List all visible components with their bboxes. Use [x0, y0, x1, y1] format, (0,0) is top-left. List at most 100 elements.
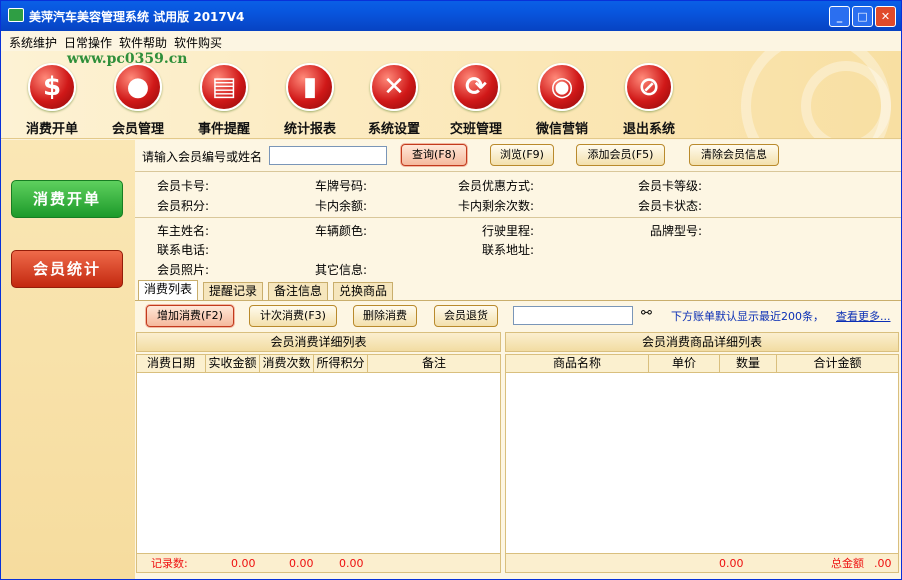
photo-label: 会员照片: — [157, 263, 210, 277]
column-header[interactable]: 所得积分 — [313, 354, 368, 373]
consumption-table-body[interactable] — [136, 373, 501, 553]
filter-input[interactable] — [513, 306, 633, 325]
toolbar-label: 消费开单 — [25, 122, 78, 137]
side-sale-button[interactable]: 消费开单 — [11, 180, 123, 218]
column-header[interactable]: 实收金额 — [205, 354, 260, 373]
tab-notes[interactable]: 备注信息 — [268, 282, 329, 300]
wechat-icon: ◉ — [538, 63, 586, 111]
add-consumption-button[interactable]: 增加消费(F2) — [146, 305, 234, 327]
points-label: 会员积分: — [157, 199, 210, 213]
toolbar-wechat-button[interactable]: ◉ 微信营销 — [523, 63, 601, 137]
add-member-button[interactable]: 添加会员(F5) — [576, 144, 665, 166]
consumption-table-footer: 记录数: 0.00 0.00 0.00 — [136, 553, 501, 573]
tab-underline — [135, 300, 901, 301]
record-count-label: 记录数: — [151, 557, 188, 570]
count-consumption-button[interactable]: 计次消费(F3) — [249, 305, 337, 327]
goods-table-footer: 0.00 总金额 .00 — [505, 553, 899, 573]
other-label: 其它信息: — [315, 263, 368, 277]
person-icon: ● — [114, 63, 162, 111]
bar-chart-icon: ▮ — [286, 63, 334, 111]
consumption-table-title: 会员消费详细列表 — [136, 332, 501, 352]
plate-label: 车牌号码: — [315, 179, 368, 193]
toolbar: www.pc0359.cn $ 消费开单 ● 会员管理 ▤ 事件提醒 ▮ 统计报… — [1, 51, 901, 139]
query-button[interactable]: 查询(F8) — [401, 144, 467, 166]
goods-table-title: 会员消费商品详细列表 — [505, 332, 899, 352]
title-bar[interactable]: 美萍汽车美容管理系统 试用版 2017V4 _ □ ✕ — [1, 1, 901, 31]
refresh-icon: ⟳ — [452, 63, 500, 111]
menu-buy[interactable]: 软件购买 — [174, 34, 222, 51]
column-header[interactable]: 备注 — [367, 354, 501, 373]
color-label: 车辆颜色: — [315, 224, 368, 238]
toolbar-label: 微信营销 — [535, 122, 588, 137]
clear-member-button[interactable]: 清除会员信息 — [689, 144, 779, 166]
book-icon: ▤ — [200, 63, 248, 111]
column-header[interactable]: 数量 — [719, 354, 777, 373]
menu-help[interactable]: 软件帮助 — [119, 34, 167, 51]
divider — [135, 171, 901, 172]
remain-label: 卡内剩余次数: — [458, 199, 535, 213]
toolbar-settings-button[interactable]: ✕ 系统设置 — [355, 63, 433, 137]
toolbar-label: 统计报表 — [283, 122, 336, 137]
grand-total-value: .00 — [874, 557, 892, 570]
goods-table-body[interactable] — [505, 373, 899, 553]
search-input[interactable] — [269, 146, 387, 165]
toolbar-member-button[interactable]: ● 会员管理 — [99, 63, 177, 137]
grand-total-label: 总金额 — [831, 557, 864, 570]
owner-label: 车主姓名: — [157, 224, 210, 238]
toolbar-reminder-button[interactable]: ▤ 事件提醒 — [185, 63, 263, 137]
column-header[interactable]: 消费次数 — [259, 354, 314, 373]
close-button[interactable]: ✕ — [875, 6, 896, 27]
column-header[interactable]: 消费日期 — [136, 354, 206, 373]
column-header[interactable]: 合计金额 — [776, 354, 899, 373]
toolbar-exit-button[interactable]: ⊘ 退出系统 — [610, 63, 688, 137]
binoculars-icon[interactable]: ⚯ — [641, 306, 652, 321]
side-stats-button[interactable]: 会员统计 — [11, 250, 123, 288]
toolbar-report-button[interactable]: ▮ 统计报表 — [271, 63, 349, 137]
card-no-label: 会员卡号: — [157, 179, 210, 193]
toolbar-label: 会员管理 — [111, 122, 164, 137]
model-label: 品牌型号: — [650, 224, 703, 238]
app-icon — [8, 8, 24, 22]
main-panel: 请输入会员编号或姓名 查询(F8) 浏览(F9) 添加会员(F5) 清除会员信息… — [135, 140, 901, 579]
tools-icon: ✕ — [370, 63, 418, 111]
status-label: 会员卡状态: — [638, 199, 703, 213]
browse-button[interactable]: 浏览(F9) — [490, 144, 554, 166]
delete-consumption-button[interactable]: 删除消费 — [353, 305, 417, 327]
toolbar-sale-button[interactable]: $ 消费开单 — [13, 63, 91, 137]
phone-label: 联系电话: — [157, 243, 210, 257]
toolbar-shift-button[interactable]: ⟳ 交班管理 — [437, 63, 515, 137]
menu-system[interactable]: 系统维护 — [9, 34, 57, 51]
window-title: 美萍汽车美容管理系统 试用版 2017V4 — [29, 10, 245, 24]
toolbar-label: 事件提醒 — [197, 122, 250, 137]
member-refund-button[interactable]: 会员退货 — [434, 305, 498, 327]
main-window: 美萍汽车美容管理系统 试用版 2017V4 _ □ ✕ 系统维护 日常操作 软件… — [0, 0, 902, 580]
address-label: 联系地址: — [482, 243, 535, 257]
exit-icon: ⊘ — [625, 63, 673, 111]
menu-daily[interactable]: 日常操作 — [64, 34, 112, 51]
minimize-button[interactable]: _ — [829, 6, 850, 27]
level-label: 会员卡等级: — [638, 179, 703, 193]
toolbar-label: 交班管理 — [449, 122, 502, 137]
column-header[interactable]: 单价 — [648, 354, 720, 373]
dollar-icon: $ — [28, 63, 76, 111]
toolbar-label: 系统设置 — [367, 122, 420, 137]
discount-label: 会员优惠方式: — [458, 179, 535, 193]
mileage-label: 行驶里程: — [482, 224, 535, 238]
total-amount: 0.00 — [231, 557, 256, 570]
maximize-button[interactable]: □ — [852, 6, 873, 27]
toolbar-label: 退出系统 — [622, 122, 675, 137]
tab-consumption[interactable]: 消费列表 — [138, 280, 199, 300]
view-more-link[interactable]: 查看更多... — [836, 308, 891, 324]
divider — [135, 217, 901, 218]
bill-hint: 下方账单默认显示最近200条， — [671, 310, 824, 323]
search-prompt: 请输入会员编号或姓名 — [142, 150, 263, 164]
tab-reminders[interactable]: 提醒记录 — [203, 282, 264, 300]
total-points: 0.00 — [339, 557, 364, 570]
balance-label: 卡内余额: — [315, 199, 368, 213]
tab-exchange[interactable]: 兑换商品 — [333, 282, 394, 300]
left-panel: 消费开单 会员统计 — [1, 140, 135, 579]
goods-total-value: 0.00 — [719, 557, 744, 570]
total-times: 0.00 — [289, 557, 314, 570]
menu-bar: 系统维护 日常操作 软件帮助 软件购买 — [1, 31, 901, 51]
column-header[interactable]: 商品名称 — [505, 354, 649, 373]
